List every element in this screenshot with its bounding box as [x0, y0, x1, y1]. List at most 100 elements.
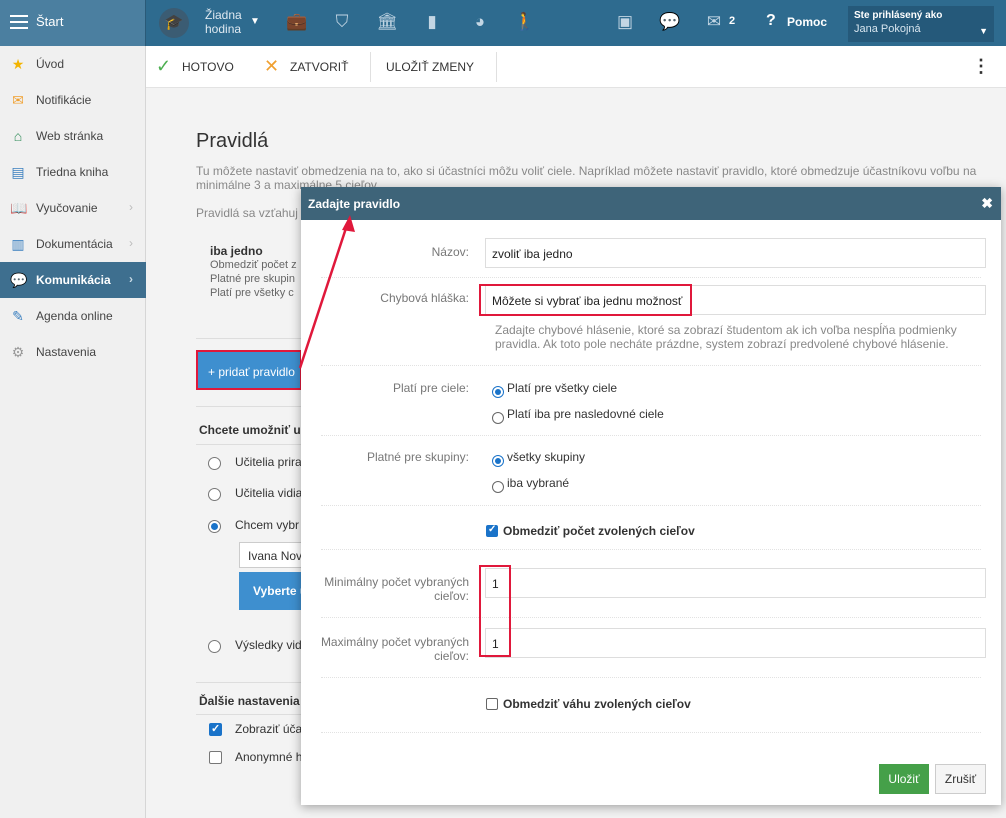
divider — [321, 505, 981, 506]
divider — [196, 338, 304, 339]
done-button[interactable]: ✓ HOTOVO — [156, 46, 236, 88]
close-label: ZATVORIŤ — [290, 60, 349, 74]
sidebar-item-agenda-online[interactable]: ✎ Agenda online — [0, 298, 146, 334]
start-label: Štart — [36, 14, 64, 29]
divider — [196, 406, 304, 407]
hiking-icon[interactable]: 🚶 — [514, 11, 536, 33]
targets-some-label: Platí iba pre nasledovné ciele — [507, 407, 664, 421]
divider — [321, 617, 981, 618]
groups-all-label: všetky skupiny — [507, 450, 586, 464]
limit-weight-checkbox[interactable] — [486, 698, 498, 710]
palette-icon[interactable]: ◕ — [469, 11, 491, 33]
lesson-selector[interactable]: Žiadna hodina — [205, 8, 242, 36]
groups-label: Platné pre skupiny: — [366, 450, 469, 464]
limit-count-label: Obmedziť počet zvolených cieľov — [503, 524, 695, 538]
sidebar-item-web-stranka[interactable]: ⌂ Web stránka — [0, 118, 146, 154]
visibility-radio-4[interactable] — [208, 640, 221, 653]
shield-icon[interactable]: ⛉ — [331, 11, 353, 33]
min-count-label-line: cieľov: — [434, 589, 469, 603]
chevron-right-icon: › — [129, 236, 133, 250]
graduation-cap-icon[interactable]: 🎓 — [159, 8, 189, 38]
book-icon: ▤ — [11, 164, 25, 180]
briefcase-icon[interactable]: 💼 — [286, 11, 308, 33]
divider — [321, 365, 981, 366]
sidebar-item-nastavenia[interactable]: ⚙ Nastavenia — [0, 334, 146, 370]
dialog-title: Zadajte pravidlo — [308, 197, 401, 211]
divider — [196, 682, 304, 683]
groups-all-radio[interactable] — [492, 455, 504, 467]
toolbar-divider — [496, 52, 497, 82]
sidebar-item-label: Dokumentácia — [36, 237, 113, 251]
chat-icon[interactable]: 💬 — [659, 11, 681, 33]
sidebar-item-label: Agenda online — [36, 309, 113, 323]
targets-label: Platí pre ciele: — [392, 381, 469, 395]
rule-detail: Platné pre skupin — [210, 273, 295, 285]
user-menu[interactable]: Ste prihlásený ako Jana Pokojná ▼ — [848, 6, 994, 42]
document-icon: ▥ — [11, 236, 25, 252]
more-options-icon[interactable]: ⋮ — [972, 56, 990, 77]
bar-chart-icon[interactable]: ▮ — [421, 11, 443, 33]
sidebar-item-label: Web stránka — [36, 129, 104, 143]
settings-checkbox-1[interactable] — [209, 722, 222, 736]
targets-all-radio[interactable] — [492, 386, 504, 398]
close-button[interactable]: ✕ ZATVORIŤ — [264, 46, 354, 88]
choose-button[interactable]: Vyberte u — [239, 572, 305, 610]
sidebar-item-label: Vyučovanie — [36, 201, 98, 215]
sidebar-item-triedna-kniha[interactable]: ▤ Triedna kniha — [0, 154, 146, 190]
save-changes-label: ULOŽIŤ ZMENY — [386, 60, 475, 74]
check-icon: ✓ — [156, 56, 172, 76]
targets-some-radio[interactable] — [492, 412, 504, 424]
teacher-select[interactable]: Ivana Nov — [239, 542, 305, 568]
error-message-help: Zadajte chybové hlásenie, ktoré sa zobra… — [495, 323, 957, 351]
user-label: Ste prihlásený ako — [854, 10, 943, 21]
divider — [321, 435, 981, 436]
section-title: Ďalšie nastavenia — [199, 694, 300, 708]
divider — [196, 444, 304, 445]
envelope-icon[interactable]: ✉ — [703, 11, 725, 33]
hamburger-icon — [10, 15, 28, 29]
sidebar-item-label: Nastavenia — [36, 345, 97, 359]
cast-icon[interactable]: ▣ — [614, 11, 636, 33]
save-button[interactable]: Uložiť — [879, 764, 929, 794]
rules-applies-text: Pravidlá sa vzťahuj — [196, 206, 298, 220]
sidebar-item-vyucovanie[interactable]: 📖 Vyučovanie › — [0, 190, 146, 226]
rule-card[interactable]: iba jedno Obmedziť počet z Platné pre sk… — [196, 230, 316, 338]
chat-icon: 💬 — [10, 272, 28, 288]
start-menu-button[interactable]: Štart — [0, 0, 146, 46]
help-link[interactable]: Pomoc — [787, 15, 827, 29]
chevron-right-icon: › — [129, 200, 133, 214]
max-count-label-line: cieľov: — [434, 649, 469, 663]
message-count-badge: 2 — [729, 15, 736, 27]
name-input[interactable]: zvoliť iba jedno — [485, 238, 986, 268]
visibility-radio-1[interactable] — [208, 457, 221, 470]
limit-count-checkbox[interactable] — [486, 524, 498, 537]
sidebar-item-label: Triedna kniha — [36, 165, 109, 179]
min-count-input[interactable]: 1 — [485, 568, 986, 598]
max-count-input[interactable]: 1 — [485, 628, 986, 658]
error-message-input[interactable]: Môžete si vybrať iba jednu možnosť — [485, 285, 986, 315]
sidebar-item-dokumentacia[interactable]: ▥ Dokumentácia › — [0, 226, 146, 262]
groups-some-radio[interactable] — [492, 481, 504, 493]
lesson-line-2: hodina — [205, 22, 242, 36]
envelope-icon: ✉ — [12, 92, 24, 108]
sidebar-item-notifikacie[interactable]: ✉ Notifikácie — [0, 82, 146, 118]
rule-detail: Obmedziť počet z — [210, 259, 297, 271]
settings-checkbox-2[interactable] — [209, 751, 222, 764]
chevron-right-icon: › — [129, 272, 133, 286]
caret-down-icon[interactable]: ▼ — [250, 16, 260, 27]
help-icon[interactable]: ? — [766, 12, 776, 30]
groups-some-label: iba vybrané — [507, 476, 570, 490]
save-changes-button[interactable]: ULOŽIŤ ZMENY — [386, 46, 486, 88]
sidebar-item-komunikacia[interactable]: 💬 Komunikácia › — [0, 262, 146, 298]
cancel-button[interactable]: Zrušiť — [935, 764, 986, 794]
visibility-radio-2[interactable] — [208, 488, 221, 501]
visibility-radio-3[interactable] — [208, 520, 221, 533]
sidebar-item-uvod[interactable]: ★ Úvod — [0, 46, 146, 82]
institution-icon[interactable]: 🏛 — [376, 11, 398, 33]
add-rule-button[interactable]: + pridať pravidlo — [196, 350, 302, 390]
close-icon[interactable]: ✖ — [981, 195, 993, 212]
min-count-label-line: Minimálny počet vybraných — [324, 575, 469, 589]
rule-detail: Platí pre všetky c — [210, 287, 294, 299]
home-icon: ⌂ — [13, 128, 23, 144]
top-bar: Štart 🎓 Žiadna hodina ▼ 💼 ⛉ 🏛 ▮ ◕ 🚶 ▣ 💬 … — [0, 0, 1006, 46]
